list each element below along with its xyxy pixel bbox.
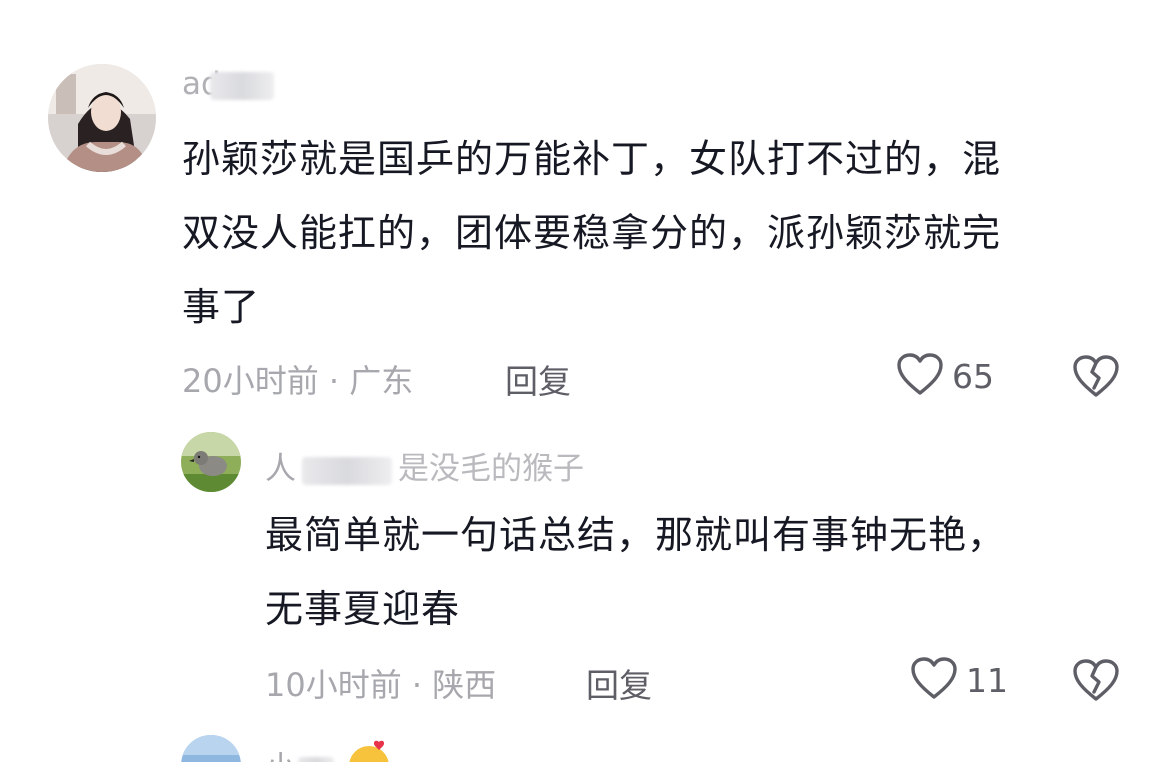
comment-text-line: 无事夏迎春	[265, 587, 461, 631]
timestamp: 10小时前	[265, 666, 402, 704]
smiling-face-with-hearts-icon	[345, 740, 393, 762]
like-count: 11	[966, 660, 1008, 700]
username[interactable]: 人 是没毛的猴子	[265, 443, 584, 488]
reply-button[interactable]: 回复	[505, 355, 571, 403]
broken-heart-icon	[1072, 355, 1120, 402]
dislike-button[interactable]	[1072, 354, 1120, 402]
meta-separator: ·	[328, 362, 340, 400]
avatar[interactable]	[48, 64, 156, 172]
avatar[interactable]	[181, 735, 241, 762]
username-redacted	[302, 456, 392, 485]
comment-text-line: 孙颖莎就是国乒的万能补丁，女队打不过的，混	[182, 137, 1002, 181]
like-count: 65	[952, 356, 994, 396]
like-button[interactable]: 11	[910, 656, 1008, 704]
location: 广东	[349, 362, 414, 400]
username[interactable]: 小	[265, 742, 334, 762]
username-redacted	[298, 756, 334, 762]
comment-text-line: 最简单就一句话总结，那就叫有事钟无艳，	[265, 513, 1007, 557]
comment-text-line: 事了	[182, 285, 261, 329]
heart-outline-icon	[896, 352, 944, 400]
dislike-button[interactable]	[1072, 658, 1120, 706]
reply-comment-item: 人 是没毛的猴子 最简单就一句话总结，那就叫有事钟无艳， 无事夏迎春 10小时前 …	[0, 410, 1169, 730]
heart-outline-icon	[910, 656, 958, 704]
reply-comment-item: 小	[0, 730, 1169, 762]
username-visible-start: 人	[265, 451, 296, 487]
username-visible: 小	[265, 750, 296, 762]
timestamp: 20小时前	[182, 362, 319, 400]
comment-text: 最简单就一句话总结，那就叫有事钟无艳， 无事夏迎春	[265, 498, 1006, 646]
comment-item: adu 孙颖莎就是国乒的万能补丁，女队打不过的，混 双没人能扛的，团体要稳拿分的…	[0, 0, 1169, 410]
broken-heart-icon	[1072, 659, 1120, 706]
like-button[interactable]: 65	[896, 352, 994, 400]
username-visible-end: 是没毛的猴子	[398, 451, 584, 487]
avatar[interactable]	[181, 432, 241, 492]
comment-meta: 10小时前 · 陕西	[265, 660, 496, 706]
location: 陕西	[432, 666, 497, 704]
comment-meta: 20小时前 · 广东	[182, 356, 413, 402]
username[interactable]: adu	[182, 66, 275, 102]
meta-separator: ·	[411, 666, 423, 704]
comment-text: 孙颖莎就是国乒的万能补丁，女队打不过的，混 双没人能扛的，团体要稳拿分的，派孙颖…	[182, 122, 1001, 344]
comment-text-line: 双没人能扛的，团体要稳拿分的，派孙颖莎就完	[182, 211, 1002, 255]
username-redacted	[210, 71, 275, 100]
reply-button[interactable]: 回复	[586, 659, 652, 707]
